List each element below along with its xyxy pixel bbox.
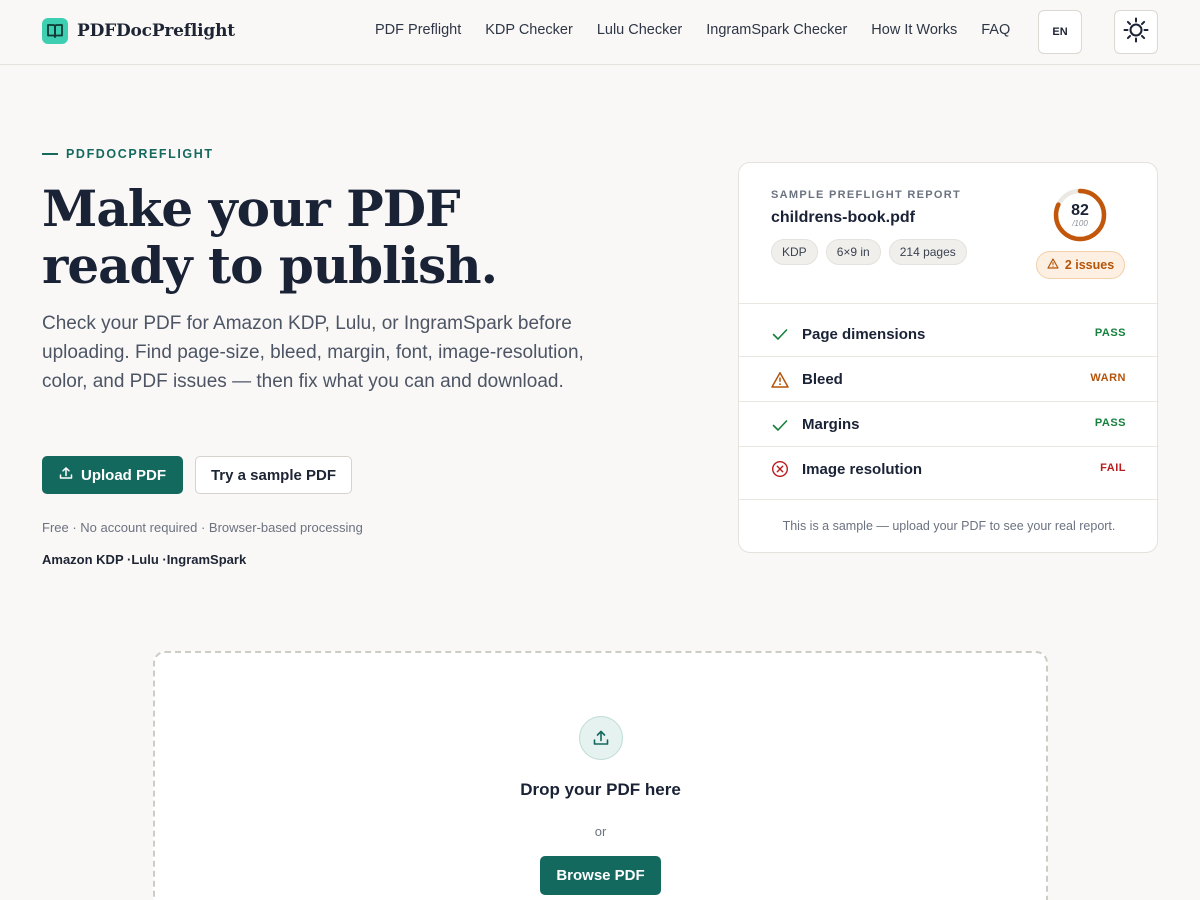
check-status: WARN bbox=[1090, 372, 1126, 384]
issues-badge: 2 issues bbox=[1036, 251, 1125, 279]
report-filename: childrens-book.pdf bbox=[771, 209, 915, 226]
check-row-bleed: Bleed WARN bbox=[739, 357, 1159, 402]
check-name: Margins bbox=[802, 416, 860, 433]
check-status: PASS bbox=[1094, 327, 1126, 339]
nav-pdf-preflight[interactable]: PDF Preflight bbox=[375, 22, 461, 38]
logo[interactable]: PDFDocPreflight bbox=[42, 18, 235, 44]
drop-title: Drop your PDF here bbox=[520, 780, 681, 799]
check-name: Page dimensions bbox=[802, 326, 926, 343]
report-chips: KDP 6×9 in 214 pages bbox=[771, 239, 967, 265]
issues-count: 2 issues bbox=[1064, 258, 1115, 272]
check-row-image-resolution: Image resolution FAIL bbox=[739, 447, 1159, 500]
logo-text: PDFDocPreflight bbox=[77, 21, 235, 41]
pdf-dropzone[interactable]: Drop your PDF here or Browse PDF bbox=[153, 651, 1048, 900]
headline-line-2: ready to publish. bbox=[42, 236, 498, 295]
check-row-margins: Margins PASS bbox=[739, 402, 1159, 447]
check-icon bbox=[771, 325, 789, 343]
hero-subtext: Check your PDF for Amazon KDP, Lulu, or … bbox=[42, 313, 584, 392]
chip-trim-size: 6×9 in bbox=[825, 239, 881, 265]
nav-lulu-checker[interactable]: Lulu Checker bbox=[597, 22, 682, 38]
check-icon bbox=[771, 416, 789, 434]
upload-pdf-label: Upload PDF bbox=[81, 466, 166, 484]
nav-how-it-works[interactable]: How It Works bbox=[871, 22, 957, 38]
try-sample-button[interactable]: Try a sample PDF bbox=[195, 456, 352, 494]
check-name: Bleed bbox=[802, 371, 843, 388]
hero-headline: Make your PDF ready to publish. bbox=[42, 180, 642, 294]
check-row-page-dimensions: Page dimensions PASS bbox=[739, 304, 1159, 357]
score-ring: 82 /100 bbox=[1052, 187, 1108, 243]
check-list: Page dimensions PASS Bleed WARN Margins … bbox=[739, 303, 1159, 500]
nav-kdp-checker[interactable]: KDP Checker bbox=[485, 22, 573, 38]
upload-icon bbox=[59, 466, 73, 484]
eyebrow-text: PDFDOCPREFLIGHT bbox=[66, 147, 214, 161]
check-status: FAIL bbox=[1100, 462, 1126, 474]
chip-page-count: 214 pages bbox=[888, 239, 967, 265]
upload-pdf-button[interactable]: Upload PDF bbox=[42, 456, 183, 494]
drop-or: or bbox=[594, 824, 607, 839]
sample-report-card: SAMPLE PREFLIGHT REPORT childrens-book.p… bbox=[738, 162, 1159, 553]
warning-icon bbox=[1047, 258, 1059, 272]
main-nav: PDF Preflight KDP Checker Lulu Checker I… bbox=[375, 22, 1010, 38]
site-header: PDFDocPreflight PDF Preflight KDP Checke… bbox=[0, 0, 1200, 65]
score-value: 82 bbox=[1071, 202, 1089, 219]
eyebrow-divider bbox=[42, 153, 58, 155]
language-button[interactable]: EN bbox=[1038, 10, 1082, 54]
error-circle-icon bbox=[771, 460, 789, 478]
supported-platforms: Amazon KDP ·Lulu ·IngramSpark bbox=[42, 552, 247, 567]
check-name: Image resolution bbox=[802, 461, 923, 478]
browse-pdf-button[interactable]: Browse PDF bbox=[540, 856, 661, 895]
report-label: SAMPLE PREFLIGHT REPORT bbox=[771, 189, 962, 201]
nav-faq[interactable]: FAQ bbox=[981, 22, 1010, 38]
warning-icon bbox=[771, 371, 789, 389]
upload-icon bbox=[579, 716, 623, 760]
headline-line-1: Make your PDF bbox=[42, 179, 461, 238]
theme-toggle-button[interactable] bbox=[1114, 10, 1158, 54]
score-max: /100 bbox=[1072, 219, 1088, 228]
sun-icon bbox=[1123, 17, 1149, 48]
report-footer: This is a sample — upload your PDF to se… bbox=[782, 519, 1116, 533]
check-status: PASS bbox=[1094, 417, 1126, 429]
hero-meta: Free · No account required · Browser-bas… bbox=[42, 520, 363, 535]
hero-eyebrow: PDFDOCPREFLIGHT bbox=[42, 147, 214, 161]
nav-ingramspark-checker[interactable]: IngramSpark Checker bbox=[706, 22, 847, 38]
book-icon bbox=[42, 18, 68, 44]
chip-platform: KDP bbox=[771, 239, 818, 265]
